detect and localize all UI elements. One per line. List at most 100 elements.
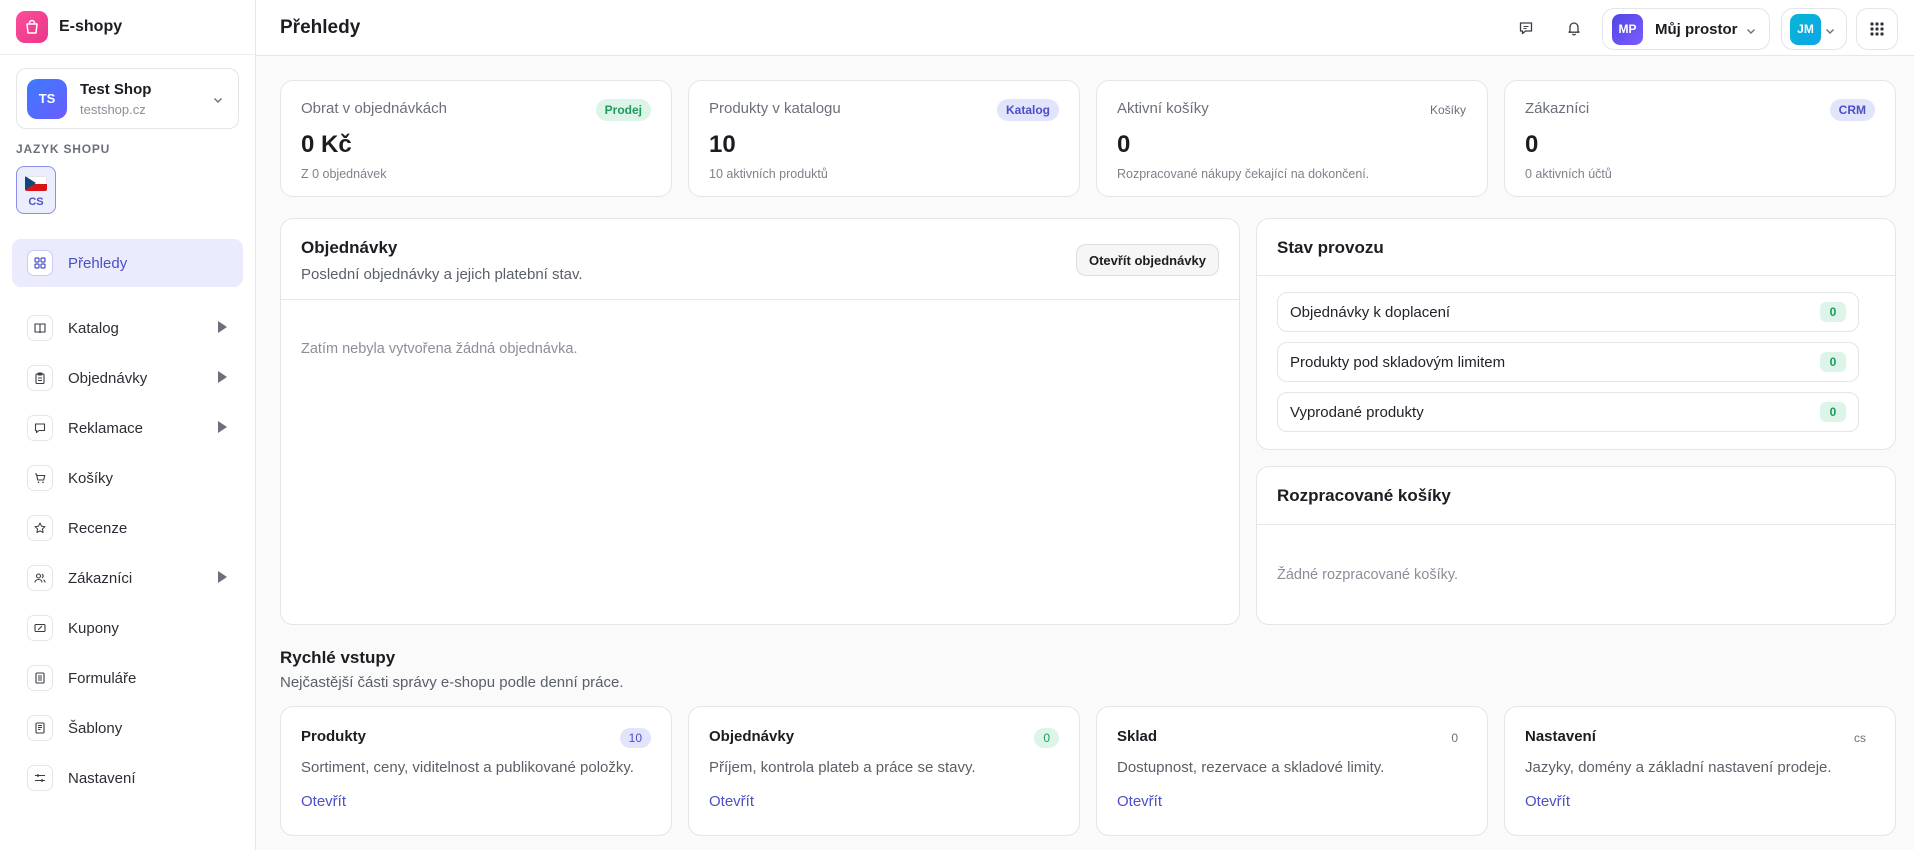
sidebar-item-label: Zákazníci <box>68 569 133 587</box>
stat-subtext: Rozpracované nákupy čekající na dokončen… <box>1117 167 1370 181</box>
user-menu-button[interactable]: JM <box>1781 8 1847 50</box>
status-row-sold-out[interactable]: Vyprodané produkty 0 <box>1277 392 1859 432</box>
stat-value: 0 <box>1525 131 1539 158</box>
sidebar-item-objednavky[interactable]: Objednávky <box>12 354 243 402</box>
carts-panel: Rozpracované košíky Žádné rozpracované k… <box>1256 466 1896 625</box>
bell-icon[interactable] <box>1561 15 1587 41</box>
stat-subtext: Z 0 objednávek <box>301 167 387 181</box>
book-icon <box>27 315 53 341</box>
sidebar-item-kosiky[interactable]: Košíky <box>12 454 243 502</box>
stat-label: Aktivní košíky <box>1117 100 1209 117</box>
quick-card-badge: 0 <box>1034 728 1059 748</box>
shop-name: Test Shop <box>80 80 152 98</box>
stat-label: Zákazníci <box>1525 100 1590 117</box>
sidebar-item-label: Přehledy <box>68 254 128 272</box>
status-label: Objednávky k doplacení <box>1290 303 1451 321</box>
clipboard-icon <box>27 365 53 391</box>
stat-badge: CRM <box>1829 99 1875 121</box>
stat-badge: Katalog <box>996 99 1059 121</box>
cart-icon <box>27 465 53 491</box>
brand[interactable]: E-shopy <box>0 0 255 55</box>
quick-card-open-link[interactable]: Otevřít <box>1117 793 1162 810</box>
stat-value: 0 Kč <box>301 131 352 158</box>
divider <box>1257 524 1895 525</box>
chat-icon[interactable] <box>1513 15 1539 41</box>
sidebar-item-recenze[interactable]: Recenze <box>12 504 243 552</box>
sidebar-item-reklamace[interactable]: Reklamace <box>12 404 243 452</box>
sliders-icon <box>27 765 53 791</box>
shop-domain: testshop.cz <box>80 101 146 117</box>
sidebar-item-label: Košíky <box>68 469 114 487</box>
expand-arrow-icon[interactable] <box>218 571 227 583</box>
quick-card-description: Sortiment, ceny, viditelnost a publikova… <box>301 759 634 776</box>
expand-arrow-icon[interactable] <box>218 321 227 333</box>
status-label: Produkty pod skladovým limitem <box>1290 353 1506 371</box>
stat-badge: Košíky <box>1429 103 1466 117</box>
quick-card-orders: Objednávky 0 Příjem, kontrola plateb a p… <box>688 706 1080 836</box>
quick-card-open-link[interactable]: Otevřít <box>301 793 346 810</box>
sidebar-item-label: Nastavení <box>68 769 136 787</box>
sidebar-item-katalog[interactable]: Katalog <box>12 304 243 352</box>
quick-card-title: Sklad <box>1117 728 1158 745</box>
sidebar-nav: Přehledy Katalog Objednávky Reklamace Ko… <box>12 239 243 804</box>
stat-subtext: 10 aktivních produktů <box>709 167 828 181</box>
grid-icon <box>27 250 53 276</box>
language-code: CS <box>28 196 44 208</box>
sidebar-item-zakaznici[interactable]: Zákazníci <box>12 554 243 602</box>
status-count: 0 <box>1820 402 1846 422</box>
sidebar-item-sablony[interactable]: Šablony <box>12 704 243 752</box>
shop-switcher[interactable]: TS Test Shop testshop.cz <box>16 68 239 129</box>
quick-card-open-link[interactable]: Otevřít <box>1525 793 1570 810</box>
workspace-name: Můj prostor <box>1655 20 1738 38</box>
form-icon <box>27 665 53 691</box>
quick-card-products: Produkty 10 Sortiment, ceny, viditelnost… <box>280 706 672 836</box>
quick-card-badge: 0 <box>1451 731 1458 745</box>
quick-card-stock: Sklad 0 Dostupnost, rezervace a skladové… <box>1096 706 1488 836</box>
stat-badge: Prodej <box>595 99 651 121</box>
divider <box>1257 275 1895 276</box>
operations-title: Stav provozu <box>1277 238 1384 257</box>
sidebar-item-formulare[interactable]: Formuláře <box>12 654 243 702</box>
carts-empty-state: Žádné rozpracované košíky. <box>1277 567 1459 583</box>
expand-arrow-icon[interactable] <box>218 421 227 433</box>
top-header: Přehledy MP Můj prostor JM <box>256 0 1914 56</box>
orders-panel: Objednávky Poslední objednávky a jejich … <box>280 218 1240 625</box>
sidebar-item-label: Šablony <box>68 719 123 737</box>
open-orders-button[interactable]: Otevřít objednávky <box>1075 244 1219 276</box>
expand-arrow-icon[interactable] <box>218 371 227 383</box>
sidebar-item-prehledy[interactable]: Přehledy <box>12 239 243 287</box>
page-title: Přehledy <box>280 17 361 38</box>
chevron-down-icon <box>1824 24 1836 41</box>
workspace-switcher[interactable]: MP Můj prostor <box>1602 8 1770 50</box>
apps-grid-icon[interactable] <box>1856 8 1898 50</box>
chevron-down-icon <box>212 93 224 110</box>
language-cs-button[interactable]: CS <box>16 166 56 214</box>
quick-card-settings: Nastavení cs Jazyky, domény a základní n… <box>1504 706 1896 836</box>
quick-card-title: Produkty <box>301 728 367 745</box>
quick-card-badge: cs <box>1854 731 1866 745</box>
sidebar-item-kupony[interactable]: Kupony <box>12 604 243 652</box>
sidebar: E-shopy TS Test Shop testshop.cz JAZYK S… <box>0 0 256 850</box>
workspace-avatar: MP <box>1612 13 1643 45</box>
status-row-unpaid-orders[interactable]: Objednávky k doplacení 0 <box>1277 292 1859 332</box>
quick-card-open-link[interactable]: Otevřít <box>709 793 754 810</box>
sidebar-item-label: Objednávky <box>68 369 148 387</box>
sidebar-item-label: Recenze <box>68 519 128 537</box>
quick-links-title: Rychlé vstupy <box>280 648 396 667</box>
status-label: Vyprodané produkty <box>1290 403 1424 421</box>
carts-title: Rozpracované košíky <box>1277 486 1451 505</box>
stat-card-products: Produkty v katalogu Katalog 10 10 aktivn… <box>688 80 1080 197</box>
quick-card-title: Objednávky <box>709 728 795 745</box>
status-row-low-stock[interactable]: Produkty pod skladovým limitem 0 <box>1277 342 1859 382</box>
ticket-icon <box>27 615 53 641</box>
status-count: 0 <box>1820 352 1846 372</box>
quick-card-title: Nastavení <box>1525 728 1596 745</box>
sidebar-item-nastaveni[interactable]: Nastavení <box>12 754 243 802</box>
stat-subtext: 0 aktivních účtů <box>1525 167 1612 181</box>
orders-subtitle: Poslední objednávky a jejich platební st… <box>301 266 583 283</box>
language-label: JAZYK SHOPU <box>16 142 111 156</box>
template-icon <box>27 715 53 741</box>
stat-value: 0 <box>1117 131 1131 158</box>
quick-card-badge: 10 <box>619 728 651 748</box>
sidebar-item-label: Kupony <box>68 619 119 637</box>
